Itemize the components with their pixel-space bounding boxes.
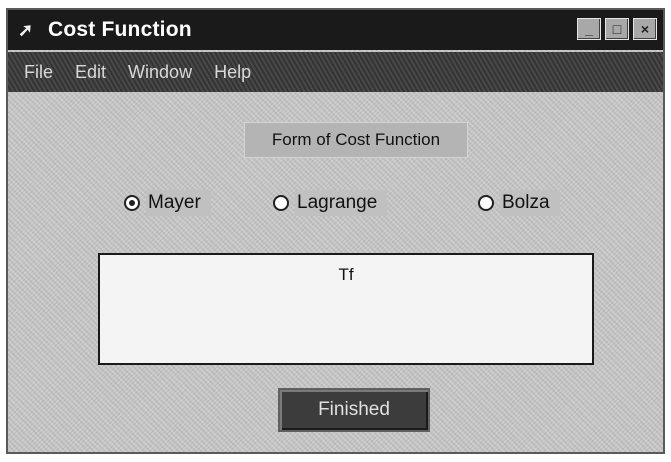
radio-bolza[interactable]: Bolza xyxy=(478,186,560,220)
radio-selected-icon[interactable] xyxy=(124,195,140,211)
radio-unselected-icon[interactable] xyxy=(273,195,289,211)
cost-function-form-label: Form of Cost Function xyxy=(244,122,468,158)
window-title: Cost Function xyxy=(48,18,192,41)
maximize-icon[interactable]: □ xyxy=(605,18,629,40)
arrow-icon[interactable]: ➚ xyxy=(18,20,40,41)
radio-mayer-label: Mayer xyxy=(146,190,211,216)
minimize-icon[interactable]: _ xyxy=(577,18,601,40)
radio-bolza-label: Bolza xyxy=(500,190,560,216)
menu-file[interactable]: File xyxy=(24,62,53,83)
radio-unselected-icon[interactable] xyxy=(478,195,494,211)
window-controls: _ □ × xyxy=(577,18,657,40)
menu-help[interactable]: Help xyxy=(214,62,251,83)
radio-mayer[interactable]: Mayer xyxy=(124,186,211,220)
cost-expression-input[interactable]: Tf xyxy=(98,253,594,365)
finished-button[interactable]: Finished xyxy=(278,388,430,432)
title-bar: ➚ Cost Function _ □ × xyxy=(8,10,663,50)
menu-edit[interactable]: Edit xyxy=(75,62,106,83)
cost-function-window: ➚ Cost Function _ □ × File Edit Window H… xyxy=(6,8,665,454)
radio-lagrange-label: Lagrange xyxy=(295,190,388,216)
menu-window[interactable]: Window xyxy=(128,62,192,83)
menu-bar: File Edit Window Help xyxy=(8,52,663,92)
radio-lagrange[interactable]: Lagrange xyxy=(273,186,388,220)
close-icon[interactable]: × xyxy=(633,18,657,40)
